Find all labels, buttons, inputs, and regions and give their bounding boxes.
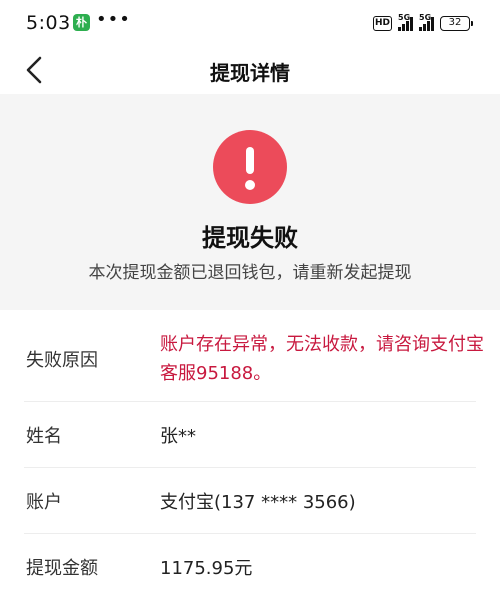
detail-list: 失败原因 账户存在异常，无法收款，请咨询支付宝客服95188。 姓名 张** 账… bbox=[0, 310, 500, 602]
detail-label: 提现金额 bbox=[26, 558, 98, 579]
detail-value-name: 张** bbox=[160, 426, 196, 447]
detail-row-name: 姓名 张** bbox=[24, 402, 476, 468]
status-header: 提现失败 本次提现金额已退回钱包，请重新发起提现 bbox=[0, 94, 500, 310]
detail-label: 姓名 bbox=[26, 426, 62, 447]
exclamation-icon bbox=[213, 130, 287, 204]
detail-row-reason: 失败原因 账户存在异常，无法收款，请咨询支付宝客服95188。 bbox=[24, 310, 484, 402]
detail-label: 失败原因 bbox=[26, 350, 98, 371]
signal-icon: 5G bbox=[398, 13, 413, 31]
hd-icon: HD bbox=[373, 15, 392, 31]
detail-value-amount: 1175.95元 bbox=[160, 558, 253, 579]
signal-icon-2: 5G bbox=[419, 13, 434, 31]
detail-value-account: 支付宝(137 **** 3566) bbox=[160, 492, 356, 513]
status-bar: 5:03 朴 ••• HD 5G 5G 32 bbox=[0, 0, 500, 46]
page-title: 提现详情 bbox=[210, 61, 290, 85]
status-time: 5:03 bbox=[26, 12, 71, 34]
detail-label: 账户 bbox=[26, 492, 62, 513]
detail-row-amount: 提现金额 1175.95元 bbox=[24, 534, 476, 602]
battery-icon: 32 bbox=[440, 15, 473, 31]
more-notifications-icon: ••• bbox=[96, 9, 131, 30]
status-subtitle: 本次提现金额已退回钱包，请重新发起提现 bbox=[88, 263, 412, 283]
detail-row-account: 账户 支付宝(137 **** 3566) bbox=[24, 468, 476, 534]
nav-bar: 提现详情 bbox=[0, 46, 500, 94]
status-indicators: HD 5G 5G 32 bbox=[373, 13, 473, 32]
status-title: 提现失败 bbox=[202, 224, 298, 252]
app-notification-icon: 朴 bbox=[73, 14, 90, 31]
detail-value-reason: 账户存在异常，无法收款，请咨询支付宝客服95188。 bbox=[160, 334, 484, 384]
